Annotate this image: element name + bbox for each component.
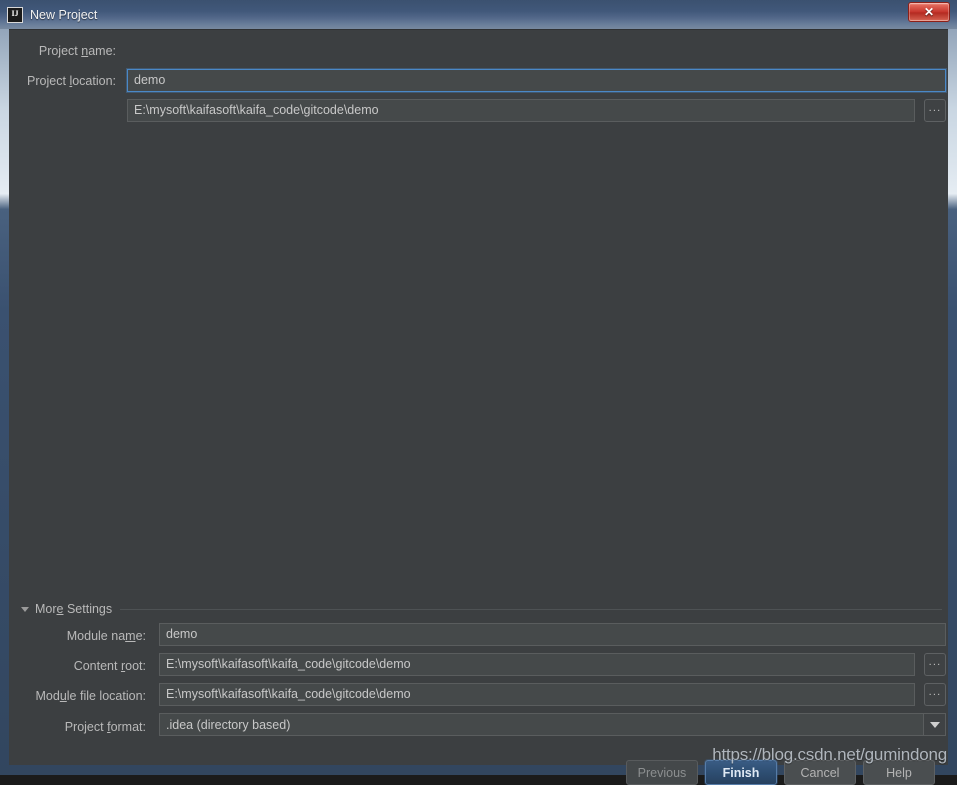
new-project-dialog-window: IJ New Project ✕ Project name: demo Proj… <box>0 0 957 785</box>
module-file-location-label: Module file location: <box>35 689 147 703</box>
module-name-row: Module name: <box>21 625 146 647</box>
module-name-label: Module name: <box>66 629 146 643</box>
watermark-url: https://blog.csdn.net/gumindong <box>712 745 947 764</box>
window-title: New Project <box>30 7 98 22</box>
section-divider <box>120 608 942 610</box>
project-format-row: Project format: <box>21 716 146 738</box>
module-file-location-input[interactable]: E:\mysoft\kaifasoft\kaifa_code\gitcode\d… <box>159 683 915 706</box>
more-settings-toggle[interactable]: More Settings <box>21 600 946 618</box>
content-root-browse-button[interactable]: ... <box>924 653 946 676</box>
more-settings-label: More Settings <box>35 602 113 616</box>
close-icon: ✕ <box>923 5 935 19</box>
combo-arrow-glyph <box>929 721 940 728</box>
project-format-value: .idea (directory based) <box>166 717 291 732</box>
project-location-label: Project location: <box>27 74 116 88</box>
content-root-input[interactable]: E:\mysoft\kaifasoft\kaifa_code\gitcode\d… <box>159 653 915 676</box>
project-format-label: Project format: <box>64 720 146 734</box>
module-file-location-browse-button[interactable]: ... <box>924 683 946 706</box>
window-border-right <box>948 0 957 775</box>
module-name-input[interactable]: demo <box>159 623 946 646</box>
chevron-down-icon[interactable] <box>923 714 945 735</box>
project-name-row: Project name: <box>21 40 116 62</box>
project-name-input[interactable]: demo <box>127 69 946 92</box>
close-button[interactable]: ✕ <box>908 2 950 22</box>
title-bar-background <box>0 0 957 29</box>
project-format-combobox[interactable]: .idea (directory based) <box>159 713 946 736</box>
project-location-browse-button[interactable]: ... <box>924 99 946 122</box>
intellij-idea-icon: IJ <box>7 6 23 23</box>
module-file-location-row: Module file location: <box>21 685 147 707</box>
title-bar-content: IJ New Project <box>0 0 97 29</box>
project-name-label: Project name: <box>38 44 116 58</box>
content-root-row: Content root: <box>21 655 146 677</box>
dialog-content: Project name: demo Project location: E:\… <box>9 29 948 785</box>
app-icon-glyph: IJ <box>8 7 22 22</box>
chevron-down-icon <box>21 607 29 612</box>
previous-button[interactable]: Previous <box>626 760 698 785</box>
window-border-left <box>0 0 9 775</box>
project-location-row: Project location: <box>21 70 116 92</box>
project-location-input[interactable]: E:\mysoft\kaifasoft\kaifa_code\gitcode\d… <box>127 99 915 122</box>
content-root-label: Content root: <box>73 659 146 673</box>
title-bar[interactable]: IJ New Project ✕ <box>0 0 957 29</box>
